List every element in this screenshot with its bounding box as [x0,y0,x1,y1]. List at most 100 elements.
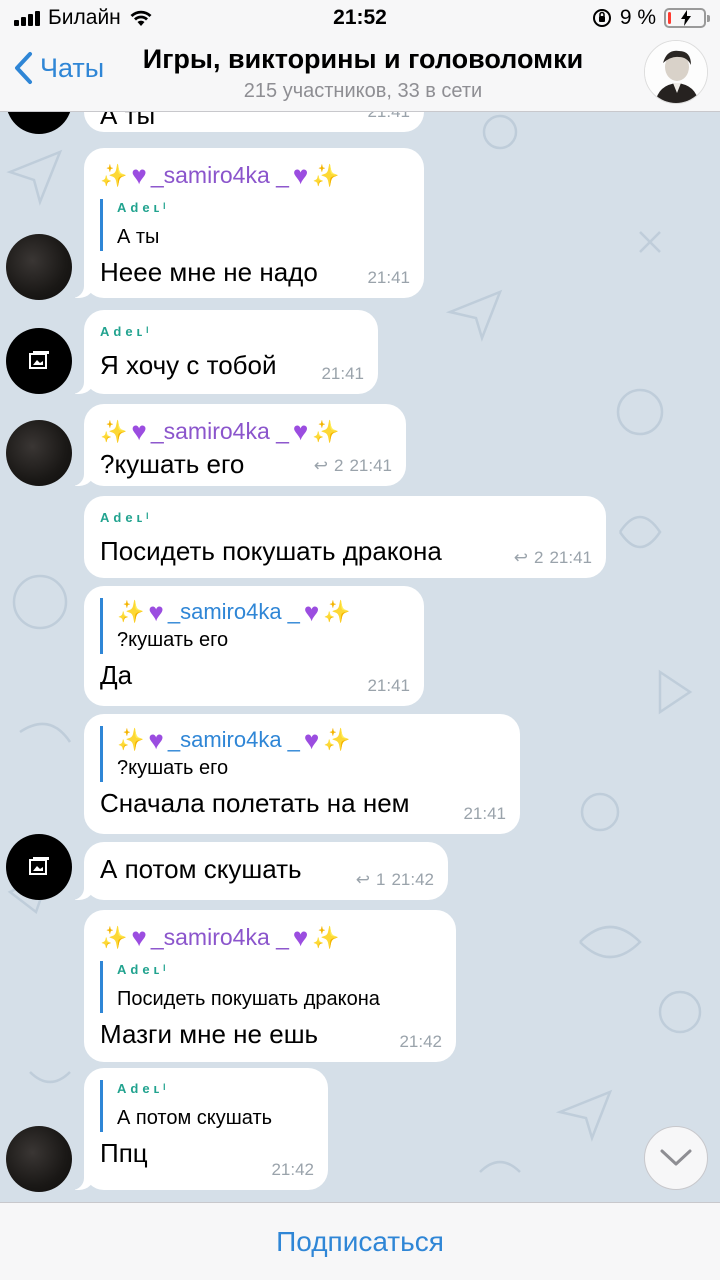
group-avatar[interactable] [644,40,708,104]
reply-count: 2 [333,456,344,475]
purple-heart-icon: ♥ [303,725,320,755]
message-bubble[interactable]: А потом скушать ↩ 1 21:42 [66,842,448,900]
sparkles-icon: ✨ [312,418,340,444]
message-meta: ↩ 1 21:42 [356,870,434,890]
sparkles-icon: ✨ [100,162,128,188]
sender-label: _samiro4ka _ [150,418,289,444]
message-time: 21:41 [349,456,392,475]
message-text: Неее мне не надо [100,257,318,287]
message-time: 21:41 [367,112,410,122]
chevron-down-icon [660,1149,692,1166]
sparkles-icon: ✨ [117,599,145,624]
reply-sender: ✨ ♥ _samiro4ka _ ♥ ✨ [117,597,351,627]
message-time: 21:41 [321,364,364,383]
message-bubble[interactable]: А ты 21:41 [84,112,424,132]
message-text: Да [100,660,133,690]
reply-arrow-icon: ↩ [313,456,328,475]
message-text: Мазги мне не ешь [100,1019,319,1049]
purple-heart-icon: ♥ [131,160,147,190]
battery-percent: 9 % [619,6,656,29]
sparkles-icon: ✨ [100,924,128,950]
sparkles-icon: ✨ [323,727,351,752]
sender-label: _samiro4ka _ [150,924,289,950]
avatar[interactable] [6,420,72,486]
message-time: 21:42 [271,1160,314,1179]
purple-heart-icon: ♥ [131,922,147,952]
purple-heart-icon: ♥ [148,725,164,755]
reply-arrow-icon: ↩ [513,548,528,567]
image-placeholder-icon [29,857,49,875]
avatar[interactable] [6,234,72,300]
chat-area[interactable]: А ты 21:41 ✨ ♥ _samiro4ka _ ♥ ✨ Adeʟˡ А … [0,112,720,1202]
sparkles-icon: ✨ [323,599,351,624]
battery-icon [664,8,710,28]
reply-sender: Adeʟˡ [117,1081,170,1096]
chat-subtitle: 215 участников, 33 в сети [243,80,483,102]
reply-text: А ты [117,226,160,248]
message-time: 21:41 [367,676,410,695]
reply-text: А потом скушать [117,1107,273,1129]
message-time: 21:41 [549,548,592,567]
status-right: 9 % [592,6,710,30]
message-bubble[interactable]: ✨ ♥ _samiro4ka _ ♥ ✨ ?кушать его Сначала… [84,714,520,834]
image-placeholder-icon [29,351,49,369]
message-meta: 21:41 [463,804,506,824]
message-meta: 21:41 [321,364,364,384]
sender-name[interactable]: Adeʟˡ [100,322,362,342]
message-meta: 21:41 [367,112,410,122]
reply-count: 1 [375,870,386,889]
reply-quote[interactable]: ✨ ♥ _samiro4ka _ ♥ ✨ ?кушать его [100,598,408,654]
status-bar: Билайн 21:52 9 % [0,0,720,36]
reply-arrow-icon: ↩ [355,870,370,889]
reply-quote[interactable]: Adeʟˡ А потом скушать [100,1080,312,1132]
portrait-image [645,41,707,103]
sender-name[interactable]: ✨ ♥ _samiro4ka _ ♥ ✨ [100,160,408,191]
purple-heart-icon: ♥ [292,922,309,952]
avatar[interactable] [6,328,72,394]
reply-sender: Adeʟˡ [117,200,170,215]
reply-count: 2 [533,548,544,567]
purple-heart-icon: ♥ [292,416,309,446]
reply-quote[interactable]: Adeʟˡ А ты [100,199,408,251]
message-meta: 21:41 [367,268,410,288]
back-label: Чаты [40,52,105,83]
message-meta: 21:42 [271,1160,314,1180]
reply-text: ?кушать его [117,757,229,779]
sender-name[interactable]: ✨ ♥ _samiro4ka _ ♥ ✨ [100,416,390,447]
scroll-to-bottom-button[interactable] [644,1126,708,1190]
message-bubble[interactable]: ✨ ♥ _samiro4ka _ ♥ ✨ ?кушать его Да 21:4… [84,586,424,706]
avatar[interactable] [6,1126,72,1192]
sender-name[interactable]: Adeʟˡ [100,508,590,528]
back-button[interactable]: Чаты [12,50,104,86]
message-time: 21:41 [463,804,506,823]
message-bubble[interactable]: Adeʟˡ А потом скушать Ппц 21:42 [66,1068,328,1190]
message-bubble[interactable]: Adeʟˡ Я хочу с тобой 21:41 [66,310,378,394]
sparkles-icon: ✨ [100,418,128,444]
purple-heart-icon: ♥ [148,597,164,627]
sparkles-icon: ✨ [312,162,340,188]
reply-sender: ✨ ♥ _samiro4ka _ ♥ ✨ [117,725,351,755]
message-time: 21:42 [399,1032,442,1051]
message-bubble[interactable]: ✨ ♥ _samiro4ka _ ♥ ✨ ?кушать его ↩ 2 21:… [66,404,406,486]
reply-text: ?кушать его [117,629,229,651]
chat-header: Чаты Игры, викторины и головоломки 215 у… [0,36,720,112]
message-meta: ↩ 2 21:41 [314,456,392,476]
message-bubble[interactable]: ✨ ♥ _samiro4ka _ ♥ ✨ Adeʟˡ А ты Неее мне… [66,148,424,298]
chevron-left-icon [15,52,32,84]
message-bubble[interactable]: Adeʟˡ Посидеть покушать дракона ↩ 2 21:4… [84,496,606,578]
reply-quote[interactable]: ✨ ♥ _samiro4ka _ ♥ ✨ ?кушать его [100,726,504,782]
purple-heart-icon: ♥ [292,160,309,190]
avatar[interactable] [6,834,72,900]
message-time: 21:42 [391,870,434,889]
chat-title[interactable]: Игры, викторины и головоломки [128,44,598,75]
purple-heart-icon: ♥ [131,416,147,446]
message-bubble[interactable]: ✨ ♥ _samiro4ka _ ♥ ✨ Adeʟˡ Посидеть поку… [84,910,456,1062]
reply-sender: Adeʟˡ [117,962,170,977]
sender-name[interactable]: ✨ ♥ _samiro4ka _ ♥ ✨ [100,922,440,953]
reply-quote[interactable]: Adeʟˡ Посидеть покушать дракона [100,961,440,1013]
message-time: 21:41 [367,268,410,287]
purple-heart-icon: ♥ [303,597,320,627]
bottom-bar: Подписаться [0,1202,720,1280]
sparkles-icon: ✨ [117,727,145,752]
subscribe-button[interactable]: Подписаться [276,1226,444,1258]
